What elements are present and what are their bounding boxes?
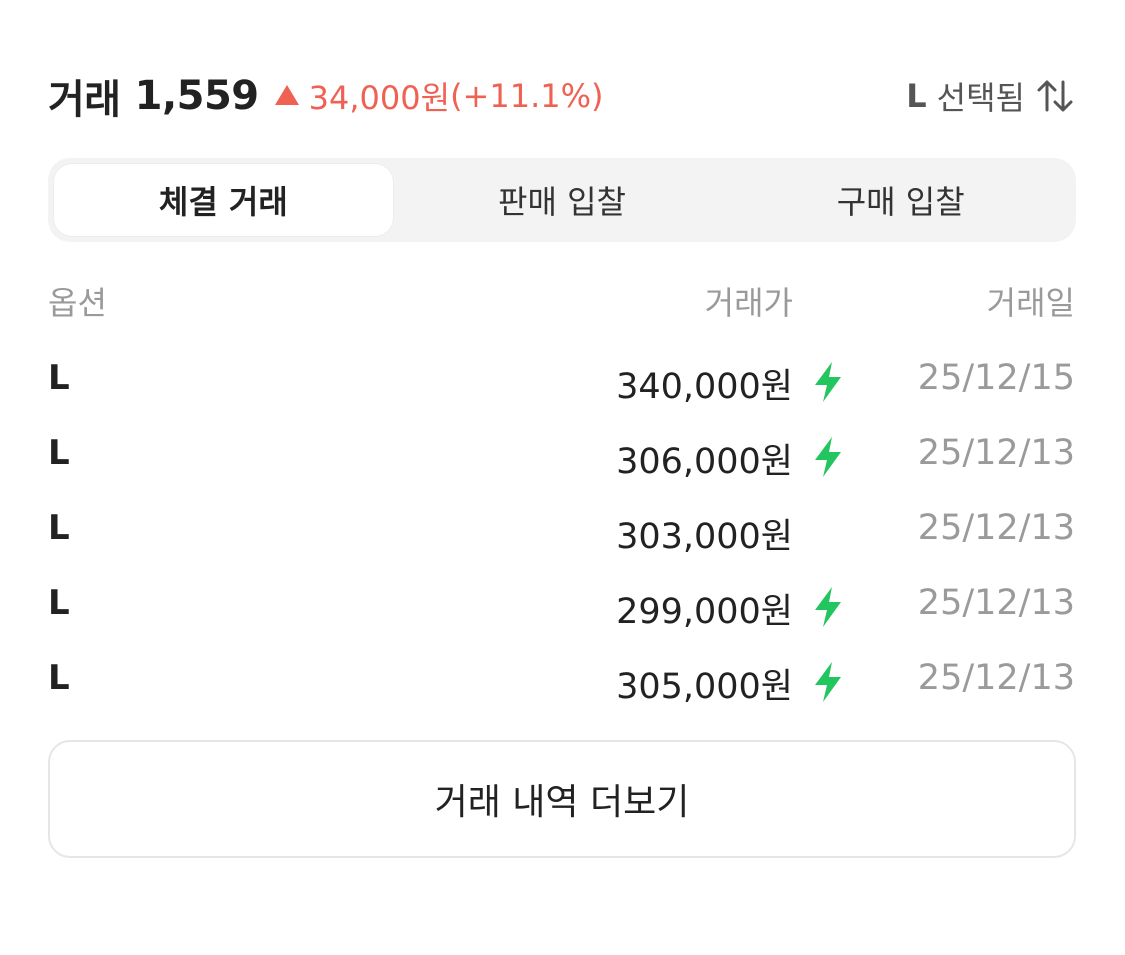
trade-list: L 340,000원 25/12/15 L 306,000원 25/12/13 … bbox=[48, 350, 1075, 725]
row-date: 25/12/15 bbox=[917, 358, 1075, 398]
row-price: 305,000원 bbox=[616, 667, 793, 707]
row-date: 25/12/13 bbox=[917, 433, 1075, 473]
row-option: L bbox=[48, 583, 70, 623]
sort-arrows-icon bbox=[1037, 80, 1073, 112]
row-price: 303,000원 bbox=[616, 517, 793, 557]
column-header-price: 거래가 bbox=[704, 284, 793, 322]
row-price: 340,000원 bbox=[616, 367, 793, 407]
column-header-option: 옵션 bbox=[48, 284, 107, 322]
trade-count: 1,559 bbox=[134, 73, 260, 119]
tab-sell-bids[interactable]: 판매 입찰 bbox=[393, 164, 732, 236]
size-filter-label: 선택됨 bbox=[936, 79, 1025, 117]
size-filter-value: L bbox=[906, 77, 927, 115]
table-row: L 340,000원 25/12/15 bbox=[48, 350, 1075, 425]
lightning-bolt-icon bbox=[815, 587, 841, 627]
triangle-up-icon bbox=[274, 85, 299, 105]
row-option: L bbox=[48, 508, 70, 548]
row-option: L bbox=[48, 433, 70, 473]
lightning-bolt-icon bbox=[815, 362, 841, 402]
table-row: L 306,000원 25/12/13 bbox=[48, 425, 1075, 500]
table-row: L 299,000원 25/12/13 bbox=[48, 575, 1075, 650]
table-header: 옵션 거래가 거래일 bbox=[48, 278, 1075, 330]
trade-title: 거래 bbox=[48, 77, 121, 123]
table-row: L 303,000원 25/12/13 bbox=[48, 500, 1075, 575]
price-change: 34,000원 (+11.1%) bbox=[274, 73, 604, 119]
column-header-date: 거래일 bbox=[986, 284, 1075, 322]
row-date: 25/12/13 bbox=[917, 508, 1075, 548]
change-amount: 34,000원 bbox=[308, 79, 451, 117]
more-trade-history-button[interactable]: 거래 내역 더보기 bbox=[48, 740, 1076, 858]
row-option: L bbox=[48, 658, 70, 698]
change-percent: (+11.1%) bbox=[450, 77, 604, 115]
trade-summary: 거래 1,559 34,000원 (+11.1%) bbox=[48, 67, 604, 125]
lightning-bolt-icon bbox=[815, 437, 841, 477]
row-date: 25/12/13 bbox=[917, 658, 1075, 698]
tab-buy-bids[interactable]: 구매 입찰 bbox=[731, 164, 1070, 236]
lightning-bolt-icon bbox=[815, 662, 841, 702]
tab-completed-trades[interactable]: 체결 거래 bbox=[54, 164, 393, 236]
trade-header: 거래 1,559 34,000원 (+11.1%) L 선택됨 bbox=[48, 66, 1075, 126]
row-price: 299,000원 bbox=[616, 592, 793, 632]
row-option: L bbox=[48, 358, 70, 398]
row-price: 306,000원 bbox=[616, 442, 793, 482]
table-row: L 305,000원 25/12/13 bbox=[48, 650, 1075, 725]
row-date: 25/12/13 bbox=[917, 583, 1075, 623]
size-filter-button[interactable]: L 선택됨 bbox=[906, 73, 1075, 119]
trade-tabs: 체결 거래 판매 입찰 구매 입찰 bbox=[48, 158, 1076, 242]
